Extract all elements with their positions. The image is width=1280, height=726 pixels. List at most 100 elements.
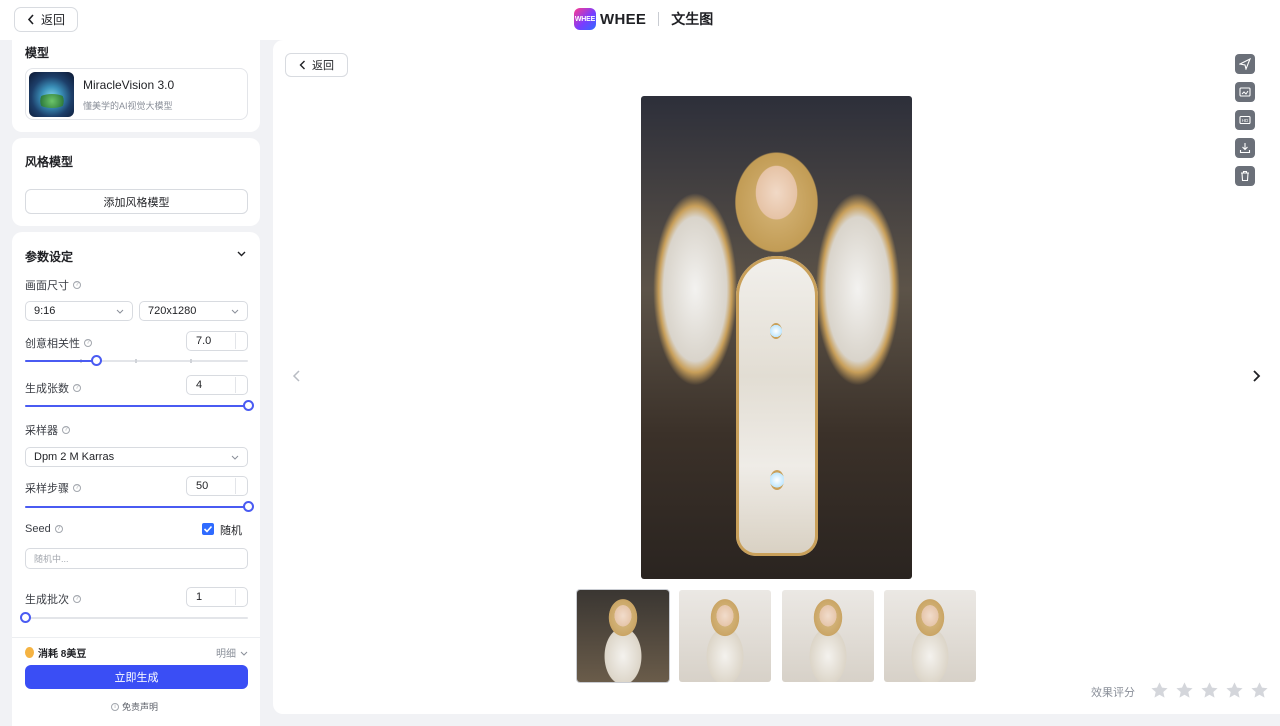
brand: WHEE WHEE 文生图 [574, 8, 713, 30]
brand-name: WHEE [600, 10, 647, 28]
generated-image-preview[interactable] [641, 96, 912, 579]
batch-value: 1 [196, 591, 203, 603]
size-label: 画面尺寸 [25, 280, 69, 292]
slider-fill [25, 405, 248, 407]
resolution-select[interactable]: 720x1280 [139, 301, 248, 321]
star-icon[interactable] [1150, 681, 1169, 700]
slider-handle[interactable] [20, 612, 31, 623]
count-stepper[interactable]: 4 [186, 375, 248, 395]
help-icon[interactable]: ? [73, 384, 81, 392]
resolution-value: 720x1280 [148, 305, 197, 317]
creativity-value: 7.0 [196, 335, 212, 347]
count-slider[interactable] [25, 400, 254, 412]
sampler-select[interactable]: Dpm 2 M Karras [25, 447, 248, 467]
stepper-arrows-icon[interactable] [235, 478, 245, 494]
help-icon[interactable]: ? [62, 426, 70, 434]
stepper-arrows-icon[interactable] [235, 377, 245, 393]
chevron-down-icon [240, 651, 248, 656]
help-icon[interactable]: ? [73, 595, 81, 603]
disclaimer-link[interactable]: i 免责声明 [111, 700, 158, 713]
batch-stepper[interactable]: 1 [186, 587, 248, 607]
help-icon[interactable]: ? [73, 484, 81, 492]
seed-input[interactable]: 随机中... [25, 548, 248, 569]
slider-handle[interactable] [243, 501, 254, 512]
ratio-value: 9:16 [34, 305, 56, 317]
thumbnail-4[interactable] [884, 590, 976, 682]
svg-text:HD: HD [1242, 118, 1249, 123]
back-button[interactable]: 返回 [285, 53, 348, 77]
chevron-down-icon [231, 455, 239, 460]
creativity-label-row: 创意相关性 ? [25, 335, 92, 351]
download-icon[interactable] [1235, 138, 1255, 158]
help-icon[interactable]: ? [54, 525, 63, 533]
back-button[interactable]: 返回 [14, 7, 78, 32]
rating-stars [1150, 681, 1269, 700]
slider-track [25, 617, 248, 619]
image-edit-icon[interactable] [1235, 82, 1255, 102]
add-style-model-button[interactable]: 添加风格模型 [25, 189, 248, 214]
slider-handle[interactable] [243, 400, 254, 411]
slider-handle[interactable] [91, 355, 103, 366]
steps-value: 50 [196, 480, 209, 492]
creativity-slider[interactable] [25, 355, 248, 367]
send-icon[interactable] [1235, 54, 1255, 74]
whee-logo-icon: WHEE [574, 8, 596, 30]
star-icon[interactable] [1250, 681, 1269, 700]
main-canvas: 返回 HD 效果评分 [273, 40, 1280, 714]
random-seed-checkbox[interactable] [202, 523, 214, 535]
batch-slider[interactable] [20, 612, 248, 624]
back-button-label: 返回 [40, 13, 65, 27]
model-card[interactable]: MiracleVision 3.0 懂美学的AI视觉大模型 [25, 68, 248, 120]
thumbnail-2[interactable] [679, 590, 771, 682]
cost-label: 消耗 8美豆 [38, 649, 87, 660]
style-section-title: 风格模型 [25, 155, 74, 169]
batch-label: 生成批次 [25, 594, 69, 606]
model-thumbnail [29, 72, 74, 117]
model-section-title: 模型 [25, 46, 50, 60]
sampler-label: 采样器 [25, 425, 58, 437]
style-panel: 风格模型 添加风格模型 [12, 138, 260, 226]
creativity-stepper[interactable]: 7.0 [186, 331, 248, 351]
generate-button[interactable]: 立即生成 [25, 665, 248, 689]
chevron-down-icon[interactable] [237, 249, 246, 258]
thumbnail-1[interactable] [577, 590, 669, 682]
seed-label: Seed [25, 523, 51, 535]
divider [12, 637, 260, 638]
stepper-arrows-icon[interactable] [235, 333, 245, 349]
help-icon[interactable]: ? [73, 281, 81, 289]
thumbnail-3[interactable] [782, 590, 874, 682]
random-seed-label: 随机 [220, 525, 242, 537]
creativity-label: 创意相关性 [25, 338, 80, 350]
star-icon[interactable] [1175, 681, 1194, 700]
count-label-row: 生成张数 ? [25, 380, 81, 396]
slider-tick [190, 359, 192, 363]
steps-stepper[interactable]: 50 [186, 476, 248, 496]
chevron-left-icon[interactable] [292, 369, 302, 383]
batch-label-row: 生成批次 ? [25, 591, 81, 607]
chevron-left-icon [299, 60, 305, 70]
hd-icon[interactable]: HD [1235, 110, 1255, 130]
star-icon[interactable] [1225, 681, 1244, 700]
cost-detail-toggle[interactable]: 明细 [216, 645, 248, 660]
model-panel: 模型 MiracleVision 3.0 懂美学的AI视觉大模型 [12, 40, 260, 132]
steps-slider[interactable] [25, 501, 254, 513]
image-detail [770, 470, 784, 490]
trash-icon[interactable] [1235, 166, 1255, 186]
sampler-value: Dpm 2 M Karras [34, 451, 115, 463]
params-panel: 参数设定 画面尺寸 ? 9:16 720x1280 创意相关性 ? 7.0 生成… [12, 232, 260, 726]
checkmark-icon [203, 525, 213, 533]
count-label: 生成张数 [25, 383, 69, 395]
star-icon[interactable] [1200, 681, 1219, 700]
bean-icon [25, 647, 34, 658]
stepper-arrows-icon[interactable] [235, 589, 245, 605]
help-icon[interactable]: ? [84, 339, 92, 347]
image-figure [736, 256, 818, 556]
image-detail [770, 323, 782, 339]
cost-row: 消耗 8美豆 [25, 645, 86, 660]
model-name: MiracleVision 3.0 [83, 78, 175, 92]
model-description: 懂美学的AI视觉大模型 [83, 101, 173, 111]
ratio-select[interactable]: 9:16 [25, 301, 133, 321]
chevron-left-icon [27, 14, 34, 25]
slider-fill [25, 360, 97, 362]
chevron-right-icon[interactable] [1251, 369, 1261, 383]
